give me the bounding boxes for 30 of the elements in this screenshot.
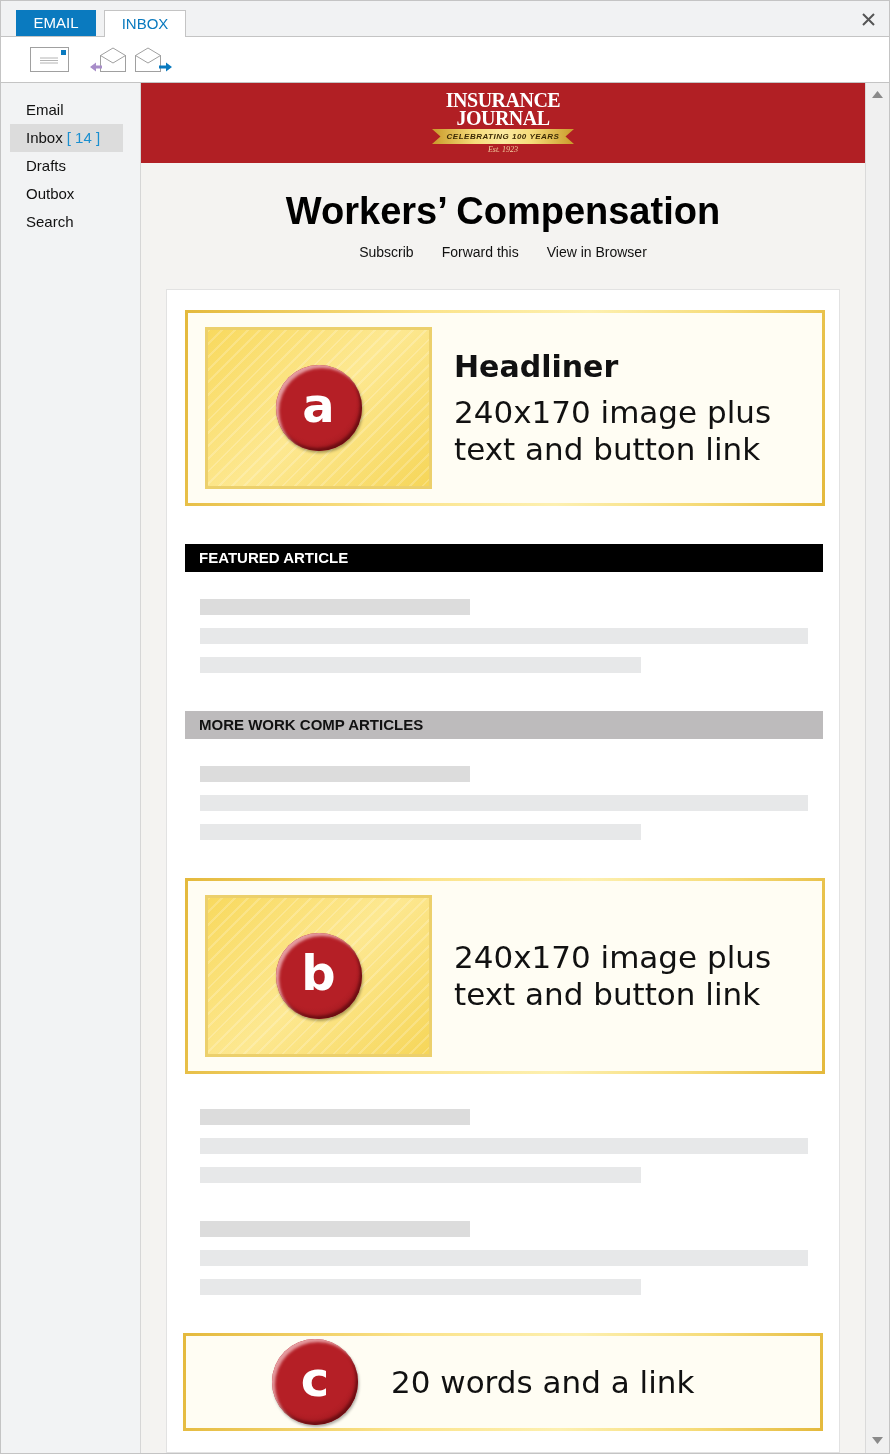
promo-text: 240x170 image plus text and button link [454,939,772,1013]
down-arrow-icon[interactable] [872,1437,883,1444]
envelope-right-arrow-icon[interactable] [135,46,172,73]
promo-text: 240x170 image plus text and button link [454,394,772,468]
callout-text: 20 words and a link [391,1363,695,1401]
unread-count: [ 14 ] [66,127,101,148]
up-arrow-icon[interactable] [872,91,883,98]
tab[interactable]: EMAIL [16,10,96,36]
tab[interactable]: INBOX [104,10,186,37]
section-heading: MORE WORK COMP ARTICLES [185,711,823,739]
email-title: Workers’ Compensation [284,191,722,231]
letter-badge: c [272,1339,358,1425]
letter-badge: b [275,933,362,1019]
logo-wordmark: INSURANCE JOURNAL [445,91,561,127]
link[interactable]: Forward this [441,242,519,262]
envelope-left-arrow-icon[interactable] [90,46,127,73]
link[interactable]: View in Browser [546,242,647,262]
envelope-icon[interactable] [30,46,70,73]
sidebar-item[interactable]: Email [10,96,123,124]
logo-ribbon: CELEBRATING 100 YEARS [432,129,574,144]
close-icon[interactable] [862,13,875,26]
sidebar-item[interactable]: Search [10,208,123,236]
link[interactable]: Subscrib [359,242,414,262]
logo-established: Est. 1923 [487,145,519,155]
sidebar-item[interactable]: Drafts [10,152,123,180]
promo-title: Headliner [454,348,620,386]
letter-badge: a [275,365,362,451]
sidebar-item[interactable]: Inbox [ 14 ] [10,124,123,152]
sidebar-item[interactable]: Outbox [10,180,123,208]
section-heading: FEATURED ARTICLE [185,544,823,572]
